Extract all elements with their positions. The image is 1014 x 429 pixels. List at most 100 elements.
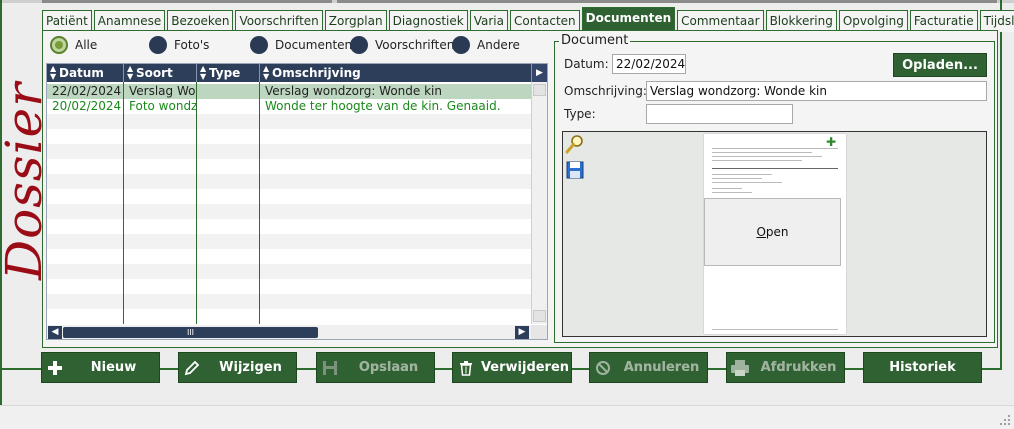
- open-label-accesskey: O: [756, 225, 766, 239]
- filter-radio-voorschriften[interactable]: Voorschriften: [350, 35, 454, 55]
- frame-right-border: [1000, 0, 1002, 370]
- tab-contacten[interactable]: Contacten: [509, 10, 580, 32]
- type-label: Type:: [564, 107, 596, 121]
- document-groupbox-title: Document: [559, 33, 631, 48]
- button-label: Nieuw: [90, 360, 137, 375]
- grid-horizontal-scrollbar[interactable]: ◀ III ▶: [47, 325, 531, 339]
- tab-opvolging[interactable]: Opvolging: [838, 10, 908, 32]
- thumbnail-line: [712, 156, 822, 157]
- tab-diagnostiek[interactable]: Diagnostiek: [388, 10, 468, 32]
- sort-icon: ▲ ▼: [50, 64, 57, 81]
- floppy-disk-icon[interactable]: [565, 160, 585, 180]
- button-label: Verwijderen: [480, 360, 570, 375]
- scrollbar-corner: [531, 325, 547, 339]
- tab-blokkering[interactable]: Blokkering: [765, 10, 837, 32]
- column-header-datum[interactable]: ▲ ▼ Datum: [47, 64, 124, 82]
- scroll-up-arrow-icon[interactable]: [533, 84, 546, 96]
- document-thumbnail: ✚ Open: [704, 134, 846, 334]
- magnifier-icon[interactable]: [565, 134, 585, 154]
- filter-radio-andere[interactable]: Andere: [452, 35, 520, 55]
- radio-unselected-icon: [149, 36, 167, 54]
- filter-radio-fotos[interactable]: Foto's: [149, 35, 209, 55]
- button-label: Opslaan: [358, 360, 419, 375]
- type-field[interactable]: [646, 104, 793, 124]
- cell-soort: Verslag Wondzorg: [129, 84, 197, 98]
- cell-type: [197, 84, 260, 99]
- scroll-down-arrow-icon[interactable]: [533, 310, 546, 322]
- radio-unselected-icon: [250, 36, 268, 54]
- omschrijving-field[interactable]: Verslag wondzorg: Wonde kin: [646, 81, 987, 101]
- thumbnail-line: [712, 148, 838, 149]
- annuleren-button[interactable]: Annuleren: [589, 352, 708, 383]
- table-row[interactable]: 22/02/2024 Verslag Wondzorg Verslag wond…: [47, 84, 531, 99]
- button-label: Afdrukken: [760, 360, 837, 375]
- radio-unselected-icon: [350, 36, 368, 54]
- tab-tijdslijn[interactable]: Tijdslijn: [979, 10, 1014, 32]
- top-divider-segment: [42, 0, 332, 3]
- empty-row: [47, 234, 531, 249]
- cell-omschrijving: Wonde ter hoogte van de kin. Genaaid.: [265, 99, 501, 113]
- scroll-left-arrow-icon[interactable]: ◀: [48, 326, 62, 339]
- dossier-side-title: Dossier: [0, 82, 53, 280]
- thumbnail-line: [712, 168, 838, 169]
- opslaan-button[interactable]: Opslaan: [316, 352, 435, 383]
- floppy-disk-icon: [317, 352, 343, 383]
- column-header-omschrijving[interactable]: ▲ ▼ Omschrijving: [260, 64, 531, 82]
- radio-unselected-icon: [452, 36, 470, 54]
- button-label: Historiek: [889, 360, 956, 375]
- plus-icon: ✚: [826, 135, 837, 149]
- open-label: pen: [765, 225, 789, 239]
- empty-row: [47, 174, 531, 189]
- status-bar: [0, 405, 1014, 429]
- documents-grid: ▲ ▼ Datum ▲ ▼ Soort ▲ ▼ Type ▲ ▼ Omschrijvin…: [46, 63, 548, 340]
- thumbnail-line: [712, 329, 838, 330]
- grid-vertical-scrollbar[interactable]: [531, 82, 547, 324]
- thumbnail-line: [712, 192, 752, 193]
- historiek-button[interactable]: Historiek: [863, 352, 982, 383]
- tab-bezoeken[interactable]: Bezoeken: [167, 10, 234, 32]
- printer-icon: [727, 352, 753, 383]
- tab-voorschriften[interactable]: Voorschriften: [235, 10, 323, 32]
- afdrukken-button[interactable]: Afdrukken: [726, 352, 845, 383]
- table-row[interactable]: 20/02/2024 Foto wondzorg Wonde ter hoogt…: [47, 99, 531, 114]
- cell-datum: 22/02/2024: [52, 84, 122, 98]
- column-header-type[interactable]: ▲ ▼ Type: [197, 64, 260, 82]
- filter-radio-label: Documenten: [275, 38, 353, 52]
- tab-documenten[interactable]: Documenten: [581, 7, 676, 32]
- top-divider: [0, 0, 1014, 3]
- thumbnail-line: [712, 174, 772, 175]
- tab-bar: Patiënt Anamnese Bezoeken Voorschriften …: [42, 6, 1014, 32]
- trash-icon: [453, 352, 479, 383]
- cell-type: [197, 99, 260, 114]
- tab-zorgplan[interactable]: Zorgplan: [324, 10, 387, 32]
- thumbnail-line: [712, 178, 762, 179]
- thumbnail-line: [712, 188, 742, 189]
- pencil-icon: [179, 352, 205, 383]
- tab-anamnese[interactable]: Anamnese: [93, 10, 166, 32]
- filter-radio-alle[interactable]: Alle: [50, 35, 97, 55]
- verwijderen-button[interactable]: Verwijderen: [452, 352, 572, 383]
- nieuw-button[interactable]: Nieuw: [41, 352, 160, 383]
- column-header-label: Soort: [136, 66, 173, 80]
- filter-radio-documenten[interactable]: Documenten: [250, 35, 352, 55]
- upload-button[interactable]: Opladen...: [893, 53, 987, 77]
- tab-facturatie[interactable]: Facturatie: [909, 10, 978, 32]
- tab-varia[interactable]: Varia: [469, 10, 508, 32]
- scroll-thumb[interactable]: III: [63, 327, 318, 338]
- datum-field[interactable]: 22/02/2024: [612, 54, 686, 74]
- column-header-label: Datum: [59, 66, 104, 80]
- grid-body: 22/02/2024 Verslag Wondzorg Verslag wond…: [47, 82, 531, 324]
- column-header-soort[interactable]: ▲ ▼ Soort: [124, 64, 197, 82]
- filter-radio-label: Voorschriften: [375, 38, 455, 52]
- tab-patient[interactable]: Patiënt: [42, 10, 92, 32]
- empty-row: [47, 204, 531, 219]
- open-document-button[interactable]: Open: [704, 198, 841, 266]
- sort-icon: ▲ ▼: [200, 64, 207, 81]
- column-chooser-arrow-icon[interactable]: ▶: [531, 64, 547, 82]
- wijzigen-button[interactable]: Wijzigen: [178, 352, 297, 383]
- cell-datum: 20/02/2024: [52, 99, 122, 113]
- cancel-icon: [590, 352, 616, 383]
- scroll-right-arrow-icon[interactable]: ▶: [515, 326, 529, 339]
- resize-grip-icon[interactable]: [999, 414, 1011, 426]
- tab-commentaar[interactable]: Commentaar: [677, 10, 764, 32]
